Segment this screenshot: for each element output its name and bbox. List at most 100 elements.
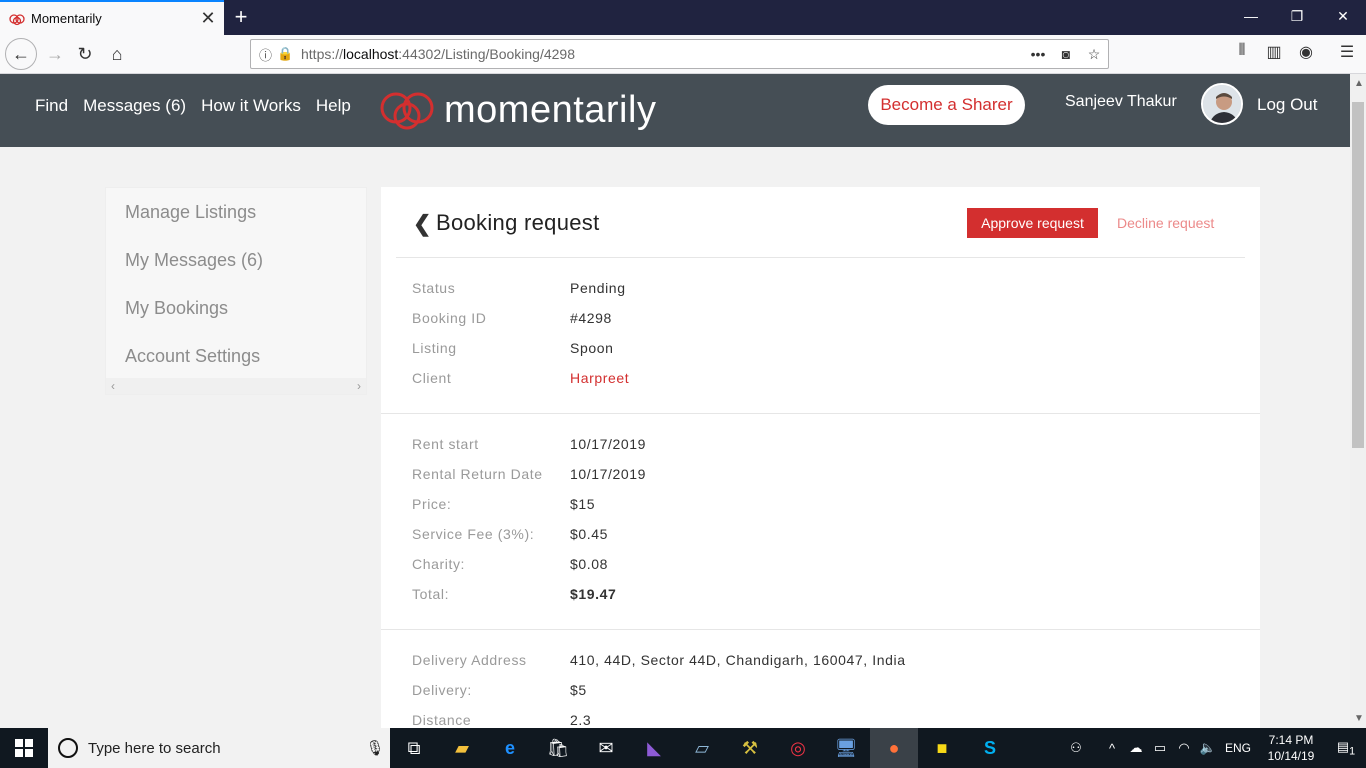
detail-row: Rent start 10/17/2019 — [381, 429, 1260, 459]
browser-tab[interactable]: Momentarily ✕ — [0, 0, 224, 35]
wifi-icon[interactable]: ◠ — [1172, 740, 1196, 756]
volume-icon[interactable]: 🔈 — [1196, 740, 1220, 756]
detail-label: Booking ID — [412, 310, 487, 326]
info-icon[interactable]: ⓘ — [259, 45, 277, 64]
taskbar-search[interactable]: Type here to search 🎙 — [48, 728, 390, 768]
scroll-down-icon[interactable]: ▼ — [1354, 713, 1364, 724]
detail-label: Rent start — [412, 436, 479, 452]
client-link[interactable]: Harpreet — [570, 370, 629, 386]
window-controls: — ❐ ✕ — [1228, 0, 1366, 32]
chrome-icon[interactable]: ◎ — [774, 728, 822, 768]
logo-rings-icon — [380, 92, 434, 130]
remote-desktop-icon[interactable]: 🖥 — [822, 728, 870, 768]
scrollbar-thumb[interactable] — [1352, 102, 1364, 448]
language-indicator[interactable]: ENG — [1220, 741, 1256, 755]
detail-label: Status — [412, 280, 456, 296]
edge-icon[interactable]: e — [486, 728, 534, 768]
site-logo[interactable]: momentarily — [378, 86, 656, 134]
detail-row: Total: $19.47 — [381, 579, 1260, 609]
cortana-icon[interactable] — [58, 738, 78, 758]
nav-how-it-works[interactable]: How it Works — [201, 96, 301, 116]
detail-row: Delivery: $5 — [381, 675, 1260, 705]
user-name[interactable]: Sanjeev Thakur — [1065, 93, 1177, 111]
battery-icon[interactable]: ▭ — [1148, 740, 1172, 756]
url-bar[interactable]: ⓘ 🔒 https://localhost:44302/Listing/Book… — [250, 39, 1109, 69]
minimize-icon[interactable]: — — [1228, 0, 1274, 32]
booking-summary-section: Status Pending Booking ID #4298 Listing Spo… — [381, 273, 1260, 414]
detail-row: Rental Return Date 10/17/2019 — [381, 459, 1260, 489]
sidebar-hscrollbar[interactable]: ‹ › — [106, 378, 366, 394]
detail-label: Distance — [412, 712, 472, 728]
file-explorer-icon[interactable]: ▰ — [438, 728, 486, 768]
mail-icon[interactable]: ✉ — [582, 728, 630, 768]
nav-find[interactable]: Find — [35, 96, 68, 116]
task-view-icon[interactable]: ⧉ — [390, 728, 438, 768]
status-value: Pending — [570, 280, 626, 296]
close-window-icon[interactable]: ✕ — [1320, 0, 1366, 32]
pocket-icon[interactable]: ◙ — [1052, 46, 1080, 62]
firefox-icon[interactable]: ● — [870, 728, 918, 768]
listing-value: Spoon — [570, 340, 614, 356]
more-icon[interactable]: ••• — [1024, 46, 1052, 62]
chevron-up-icon[interactable]: ^ — [1100, 741, 1124, 756]
nav-help[interactable]: Help — [316, 96, 351, 116]
pricing-section: Rent start 10/17/2019 Rental Return Date 1… — [381, 429, 1260, 630]
scroll-right-icon[interactable]: › — [357, 379, 361, 393]
account-icon[interactable]: ◉ — [1294, 42, 1318, 62]
total-value: $19.47 — [570, 586, 617, 602]
windows-start-icon[interactable] — [0, 728, 48, 768]
back-chevron-icon[interactable]: ❮ — [413, 211, 431, 237]
browser-tabbar: Momentarily ✕ + — ❐ ✕ — [0, 0, 1366, 35]
close-tab-icon[interactable]: ✕ — [196, 8, 220, 29]
microphone-icon[interactable]: 🎙 — [360, 739, 390, 757]
new-tab-icon[interactable]: + — [228, 3, 254, 31]
onedrive-icon[interactable]: ☁ — [1124, 740, 1148, 756]
page-scrollbar[interactable]: ▲ ▼ — [1350, 74, 1366, 728]
home-icon[interactable]: ⌂ — [102, 39, 132, 69]
avatar[interactable] — [1201, 83, 1243, 125]
notepad-icon[interactable]: ▱ — [678, 728, 726, 768]
search-placeholder: Type here to search — [88, 739, 221, 757]
clock[interactable]: 7:14 PM 10/14/19 — [1256, 732, 1326, 764]
sidebar-item-my-messages[interactable]: My Messages (6) — [106, 236, 366, 284]
nav-messages[interactable]: Messages (6) — [83, 96, 186, 116]
account-sidebar: Manage Listings My Messages (6) My Booki… — [105, 187, 367, 395]
scroll-up-icon[interactable]: ▲ — [1354, 78, 1364, 89]
reload-icon[interactable]: ↻ — [70, 39, 100, 69]
detail-row: Delivery Address 410, 44D, Sector 44D, Ch… — [381, 645, 1260, 675]
people-icon[interactable]: ⚇ — [1064, 740, 1088, 756]
browser-navbar: ← → ↻ ⌂ ⓘ 🔒 https://localhost:44302/List… — [0, 35, 1366, 74]
library-icon[interactable]: ⫴ — [1230, 42, 1254, 60]
notification-icon[interactable]: ▤1 — [1326, 739, 1366, 758]
scroll-left-icon[interactable]: ‹ — [111, 379, 115, 393]
tool-icon[interactable]: ⚒ — [726, 728, 774, 768]
decline-request-link[interactable]: Decline request — [1117, 215, 1214, 231]
sidebar-item-my-bookings[interactable]: My Bookings — [106, 284, 366, 332]
restore-icon[interactable]: ❐ — [1274, 0, 1320, 32]
visual-studio-icon[interactable]: ◣ — [630, 728, 678, 768]
detail-row: Price: $15 — [381, 489, 1260, 519]
skype-icon[interactable]: S — [966, 728, 1014, 768]
menu-icon[interactable]: ☰ — [1335, 42, 1359, 62]
detail-label: Service Fee (3%): — [412, 526, 535, 542]
become-sharer-button[interactable]: Become a Sharer — [868, 85, 1025, 125]
booking-header: ❮ Booking request Approve request Declin… — [396, 187, 1245, 258]
delivery-fee-value: $5 — [570, 682, 587, 698]
momentarily-favicon — [9, 13, 25, 25]
star-icon[interactable]: ☆ — [1080, 46, 1108, 63]
store-icon[interactable]: 🛍 — [534, 728, 582, 768]
lock-icon[interactable]: 🔒 — [277, 46, 297, 62]
sticky-notes-icon[interactable]: ■ — [918, 728, 966, 768]
sidebar-item-manage-listings[interactable]: Manage Listings — [106, 188, 366, 236]
booking-id-value: #4298 — [570, 310, 612, 326]
sidebar-icon[interactable]: ▥ — [1262, 42, 1286, 62]
site-header: Find Messages (6) How it Works Help mome… — [0, 74, 1350, 147]
sidebar-item-account-settings[interactable]: Account Settings — [106, 332, 366, 380]
forward-icon[interactable]: → — [40, 39, 70, 69]
rent-start-value: 10/17/2019 — [570, 436, 647, 452]
logout-link[interactable]: Log Out — [1257, 95, 1318, 115]
back-icon[interactable]: ← — [5, 38, 37, 70]
approve-request-button[interactable]: Approve request — [967, 208, 1098, 238]
url-text[interactable]: https://localhost:44302/Listing/Booking/… — [301, 46, 1024, 62]
delivery-section: Delivery Address 410, 44D, Sector 44D, Ch… — [381, 645, 1260, 735]
